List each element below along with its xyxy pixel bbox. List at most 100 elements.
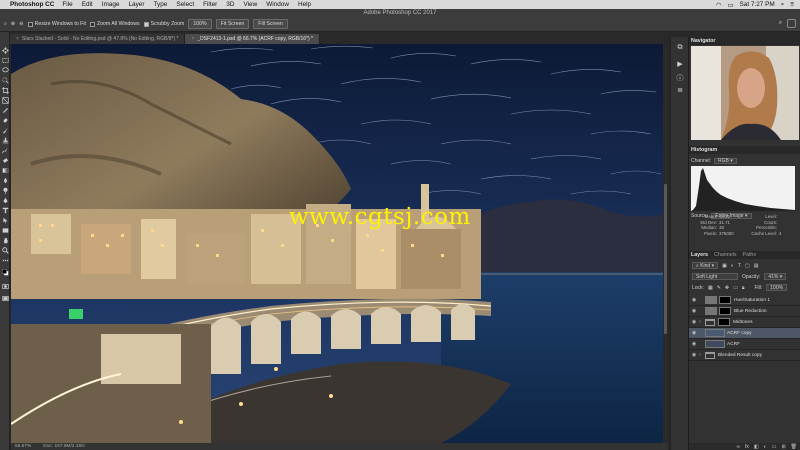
- document-canvas[interactable]: www.cgtsj.com: [11, 44, 663, 443]
- menu-select[interactable]: Select: [176, 1, 203, 8]
- menu-view[interactable]: View: [243, 1, 266, 8]
- scrollbar-thumb[interactable]: [664, 184, 667, 334]
- brush-tool-icon[interactable]: [1, 126, 9, 134]
- battery-icon[interactable]: ▭: [727, 1, 733, 9]
- gradient-tool-icon[interactable]: [1, 166, 9, 174]
- lock-position-icon[interactable]: ✥: [725, 285, 729, 291]
- navigator-tab[interactable]: Navigator: [691, 38, 721, 44]
- filter-shape-icon[interactable]: ▢: [745, 263, 750, 269]
- menu-list-icon[interactable]: ≡: [790, 1, 794, 8]
- menu-layer[interactable]: Layer: [128, 1, 153, 8]
- menu-file[interactable]: File: [62, 1, 81, 8]
- tab-stars-stacked[interactable]: × Stars Stacked - Solid - No Editing.psd …: [10, 34, 186, 44]
- blur-tool-icon[interactable]: [1, 176, 9, 184]
- dodge-tool-icon[interactable]: [1, 186, 9, 194]
- layer-row[interactable]: ◉ ACRF copy: [689, 328, 800, 339]
- menu-type[interactable]: Type: [153, 1, 176, 8]
- new-layer-icon[interactable]: ⊞: [781, 444, 785, 450]
- path-selection-tool-icon[interactable]: [1, 216, 9, 224]
- search-icon[interactable]: ⌕: [781, 1, 785, 9]
- trash-icon[interactable]: 🗑︎: [791, 444, 797, 450]
- eraser-tool-icon[interactable]: [1, 156, 9, 164]
- resize-windows-checkbox[interactable]: Resize Windows to Fit: [27, 21, 86, 27]
- quick-select-tool-icon[interactable]: [1, 76, 9, 84]
- new-adjustment-icon[interactable]: ◐: [764, 444, 767, 450]
- status-doc-size[interactable]: Doc: 157.9M/2.18G: [43, 444, 85, 449]
- menubar-clock[interactable]: Sat 7:27 PM: [740, 1, 775, 8]
- lasso-tool-icon[interactable]: [1, 66, 9, 74]
- link-layers-icon[interactable]: ∞: [736, 444, 740, 450]
- type-tool-icon[interactable]: [1, 206, 9, 214]
- visibility-eye-icon[interactable]: ◉: [689, 308, 699, 314]
- visibility-eye-icon[interactable]: ◉: [689, 341, 699, 347]
- zoom-in-icon[interactable]: ⊕: [11, 21, 15, 27]
- layer-mask-thumb[interactable]: [719, 307, 731, 315]
- zoom-100-button[interactable]: 100%: [188, 19, 212, 29]
- visibility-eye-icon[interactable]: ◉: [689, 330, 699, 336]
- menu-edit[interactable]: Edit: [82, 1, 102, 8]
- zoom-out-icon[interactable]: ⊖: [19, 21, 23, 27]
- info-panel-icon[interactable]: ⓘ: [675, 73, 685, 83]
- close-icon[interactable]: ×: [191, 36, 194, 42]
- crop-tool-icon[interactable]: [1, 86, 9, 94]
- filter-adjustment-icon[interactable]: ◐: [731, 263, 734, 269]
- menu-app-name[interactable]: Photoshop CC: [10, 1, 62, 8]
- fit-screen-button[interactable]: Fit Screen: [215, 19, 250, 29]
- tab-dsf2413[interactable]: × _DSF2413-1.psd @ 66.7% (ACRF copy, RGB/…: [185, 34, 320, 44]
- fill-field[interactable]: 100%: [766, 284, 788, 291]
- layer-row[interactable]: ◉ Hue/Saturation 1: [689, 295, 800, 306]
- frame-tool-icon[interactable]: [1, 96, 9, 104]
- filter-type-icon[interactable]: T: [738, 263, 741, 269]
- status-zoom[interactable]: 66.67%: [15, 444, 31, 449]
- menu-image[interactable]: Image: [102, 1, 129, 8]
- pen-tool-icon[interactable]: [1, 196, 9, 204]
- tab-channels[interactable]: Channels: [714, 252, 742, 258]
- tab-paths[interactable]: Paths: [742, 252, 762, 258]
- filter-smart-icon[interactable]: ▤: [754, 263, 759, 269]
- move-tool-icon[interactable]: [1, 46, 9, 54]
- color-swatches-icon[interactable]: [1, 268, 9, 276]
- quick-mask-icon[interactable]: [1, 282, 9, 290]
- menu-window[interactable]: Window: [266, 1, 298, 8]
- marquee-tool-icon[interactable]: [1, 56, 9, 64]
- lock-artboard-icon[interactable]: ▭: [733, 285, 738, 291]
- filter-pixel-icon[interactable]: ▣: [722, 263, 727, 269]
- lock-brush-icon[interactable]: ✎: [717, 285, 721, 291]
- layer-row[interactable]: ◉ › Blended Result copy: [689, 350, 800, 361]
- canvas-vertical-scrollbar[interactable]: [663, 44, 668, 443]
- menu-3d[interactable]: 3D: [226, 1, 243, 8]
- healing-brush-tool-icon[interactable]: [1, 116, 9, 124]
- layer-filter-kind[interactable]: ⌕ Kind ▾: [692, 262, 719, 269]
- visibility-eye-icon[interactable]: ◉: [689, 352, 699, 358]
- visibility-eye-icon[interactable]: ◉: [689, 319, 699, 325]
- channel-select[interactable]: RGB ▾: [714, 158, 737, 164]
- blend-mode-select[interactable]: Soft Light: [692, 273, 738, 280]
- zoom-all-checkbox[interactable]: Zoom All Windows: [89, 21, 140, 27]
- lock-transparent-icon[interactable]: ▦: [708, 285, 713, 291]
- clone-stamp-tool-icon[interactable]: [1, 136, 9, 144]
- workspace-icon[interactable]: [787, 19, 796, 28]
- search-icon[interactable]: ⌕: [779, 20, 782, 27]
- histogram-panel-header[interactable]: Histogram: [689, 146, 800, 154]
- layer-row[interactable]: ◉ ACRF: [689, 339, 800, 350]
- zoom-tool-icon[interactable]: ⌕: [4, 21, 7, 28]
- rectangle-tool-icon[interactable]: [1, 226, 9, 234]
- play-action-icon[interactable]: ▶: [675, 59, 685, 69]
- close-icon[interactable]: ×: [16, 36, 19, 42]
- new-group-icon[interactable]: ▭: [772, 444, 777, 450]
- lock-all-icon[interactable]: 🔒︎: [742, 285, 745, 291]
- wifi-icon[interactable]: ◠: [716, 1, 722, 9]
- opacity-field[interactable]: 41% ▾: [764, 273, 787, 280]
- layer-mask-thumb[interactable]: [719, 296, 731, 304]
- history-brush-tool-icon[interactable]: [1, 146, 9, 154]
- navigator-panel-header[interactable]: Navigator: [689, 37, 800, 45]
- history-panel-icon[interactable]: ⧉: [675, 43, 685, 53]
- menu-filter[interactable]: Filter: [203, 1, 226, 8]
- tab-layers[interactable]: Layers: [691, 252, 714, 258]
- screen-mode-icon[interactable]: [1, 294, 9, 302]
- scrubby-zoom-checkbox[interactable]: Scrubby Zoom: [143, 21, 184, 27]
- add-mask-icon[interactable]: ◧: [754, 444, 759, 450]
- hand-tool-icon[interactable]: [1, 236, 9, 244]
- fx-icon[interactable]: fx: [745, 444, 749, 450]
- eyedropper-tool-icon[interactable]: [1, 106, 9, 114]
